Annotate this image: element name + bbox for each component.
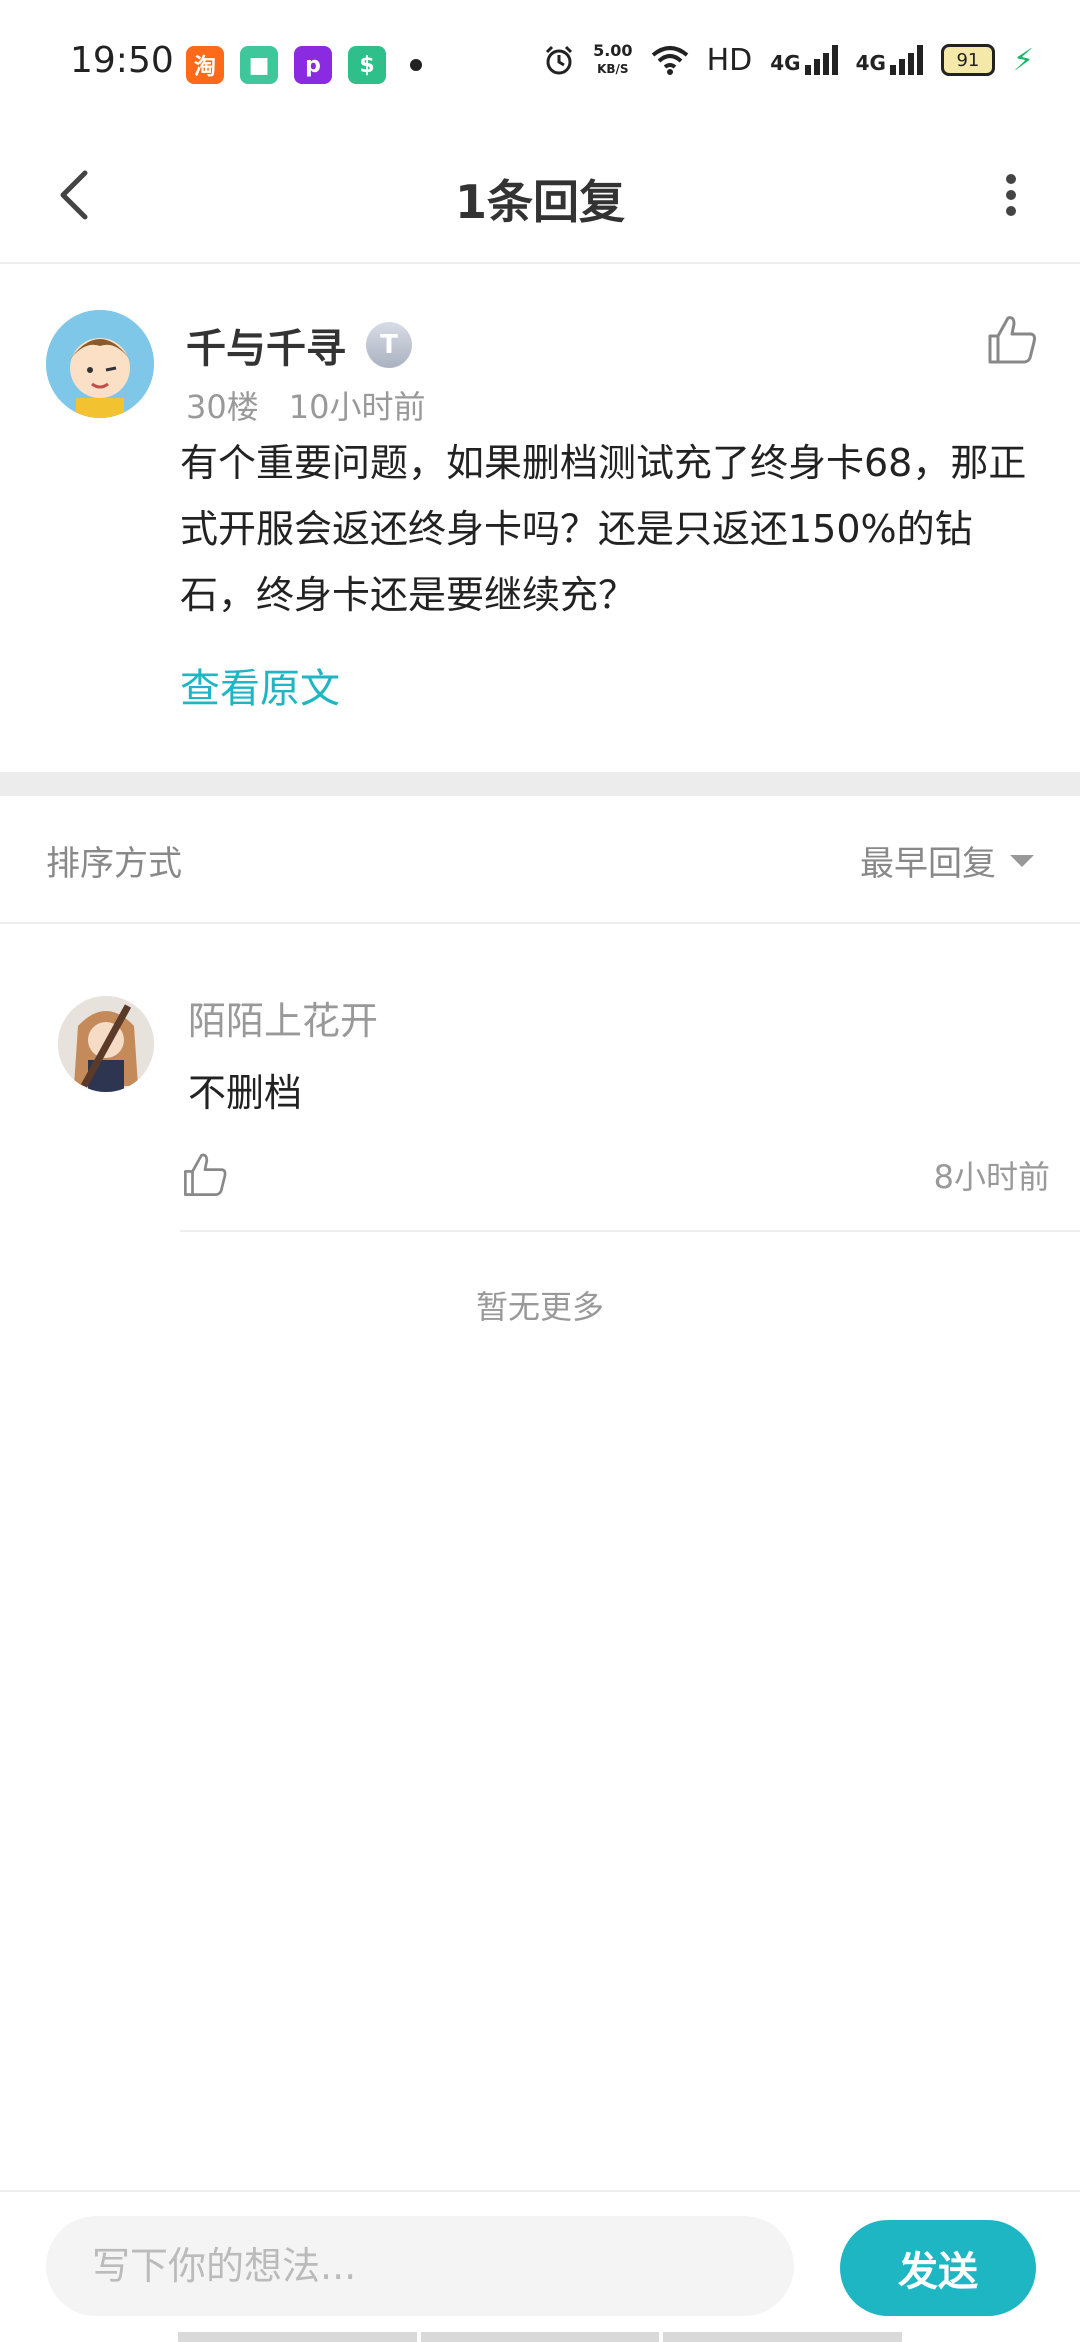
- sort-selected-value: 最早回复: [860, 844, 996, 884]
- post-time: 10小时前: [288, 388, 426, 426]
- alarm-icon: [546, 45, 573, 75]
- reply-text: 不删档: [188, 1071, 303, 1115]
- level-badge: T: [366, 322, 412, 368]
- post-meta: 30楼 10小时前: [186, 382, 455, 428]
- status-time: 19:50: [70, 40, 174, 81]
- more-vertical-icon: [1006, 174, 1016, 216]
- view-original-link[interactable]: 查看原文: [180, 656, 340, 714]
- taobao-icon: 淘: [186, 46, 224, 84]
- more-notifications-dot: [410, 59, 422, 71]
- notification-app-icons: 淘 ■ p $: [186, 46, 422, 84]
- thumbs-up-icon: [988, 316, 1036, 364]
- list-end-label: 暂无更多: [475, 1288, 604, 1326]
- sort-bar: 排序方式 最早回复: [0, 796, 1080, 924]
- shield-app-icon: $: [348, 46, 386, 84]
- picsart-icon: p: [294, 46, 332, 84]
- network-speed: 5.00 KB/S: [593, 41, 633, 77]
- comment-input[interactable]: [46, 2216, 794, 2316]
- sort-dropdown[interactable]: 最早回复: [860, 836, 1034, 885]
- wifi-icon: [651, 46, 688, 75]
- comment-body: 有个重要问题，如果删档测试充了终身卡68，那正式开服会返还终身卡吗？还是只返还1…: [180, 441, 1027, 617]
- signal-4g-2: 4G: [856, 45, 923, 75]
- user-avatar-image: [46, 310, 154, 418]
- reply-item: 陌陌上花开 不删档 8小时前: [0, 924, 1080, 1234]
- like-button[interactable]: [984, 312, 1040, 368]
- floor-number: 30楼: [186, 388, 259, 426]
- avatar[interactable]: [58, 996, 154, 1092]
- author-name[interactable]: 千与千寻: [186, 316, 346, 374]
- avatar[interactable]: [46, 310, 154, 418]
- gesture-bar: [178, 2332, 903, 2342]
- hd-indicator: HD: [706, 42, 753, 78]
- send-button[interactable]: 发送: [840, 2220, 1036, 2316]
- page-title: 1条回复: [454, 175, 625, 229]
- reply-like-button[interactable]: [180, 1150, 230, 1200]
- comment-composer: 发送: [0, 2190, 1080, 2342]
- app-green-icon: ■: [240, 46, 278, 84]
- reply-time: 8小时前: [933, 1158, 1050, 1196]
- more-options-button[interactable]: [976, 160, 1046, 230]
- sort-label: 排序方式: [46, 844, 182, 884]
- status-bar: 19:50 淘 ■ p $ 5.00 KB/S HD 4G 4G 91 ⚡: [0, 0, 1080, 130]
- section-divider: [0, 772, 1080, 796]
- reply-divider: [180, 1230, 1080, 1232]
- battery-icon: 91: [940, 44, 995, 76]
- charging-icon: ⚡: [1012, 42, 1034, 78]
- status-indicators: 5.00 KB/S HD 4G 4G 91 ⚡: [543, 42, 1034, 78]
- user-avatar-image: [58, 996, 154, 1092]
- app-header: 1条回复: [0, 130, 1080, 264]
- caret-down-icon: [1010, 854, 1034, 867]
- thumbs-up-icon: [184, 1153, 227, 1196]
- original-comment: 千与千寻 T 30楼 10小时前 有个重要问题，如果删档测试充了终身卡68，那正式…: [0, 264, 1080, 772]
- signal-4g-1: 4G: [770, 45, 838, 75]
- reply-author-name[interactable]: 陌陌上花开: [188, 990, 378, 1045]
